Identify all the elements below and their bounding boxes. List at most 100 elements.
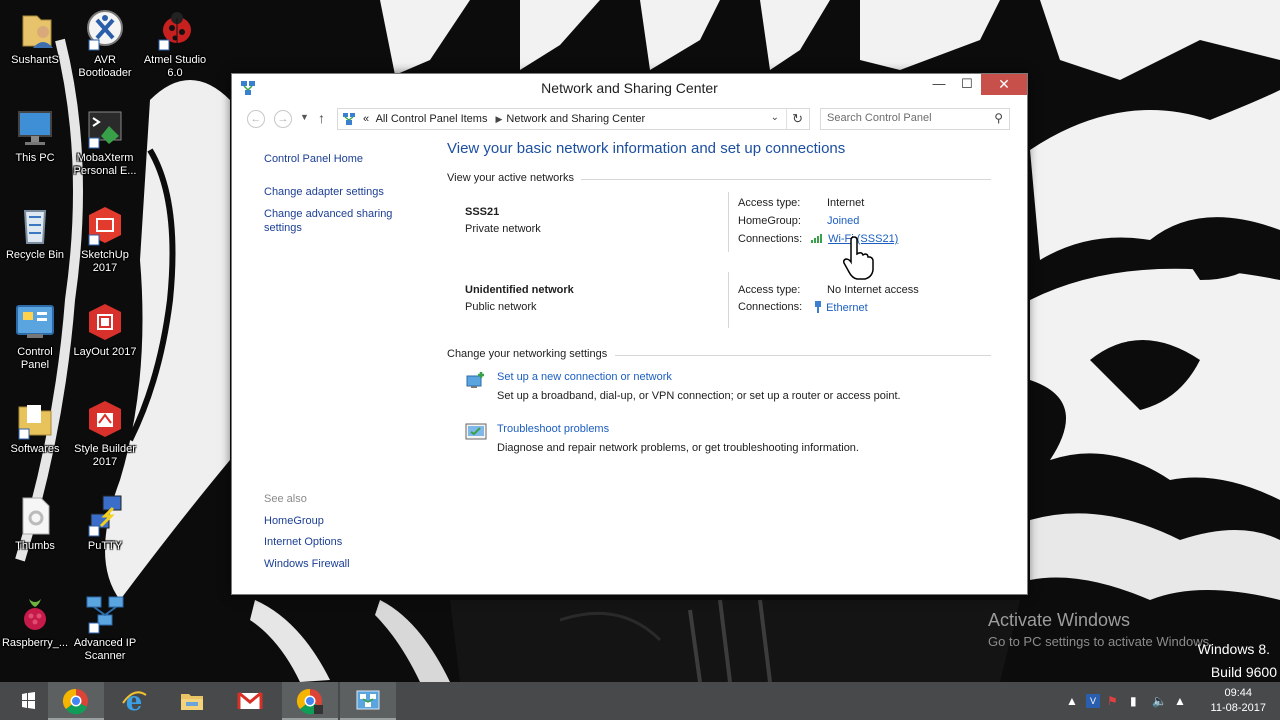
homegroup-link[interactable]: HomeGroup (264, 514, 414, 528)
control-panel-icon (13, 300, 57, 344)
desktop-icon-label: This PC (15, 152, 55, 164)
network-category: Private network (465, 223, 541, 235)
search-input[interactable] (827, 112, 982, 124)
desktop-icon-label: SushantS (11, 54, 59, 66)
taskbar: e ▲ V ⚑ ▮ 🔈 ▲ 09:44 11-08-2017 (0, 682, 1280, 720)
recent-locations-chevron-icon[interactable]: ▼ (300, 112, 309, 122)
taskbar-file-explorer[interactable] (164, 682, 220, 720)
desktop-icon-avr-bootloader[interactable]: AVR Bootloader (70, 8, 140, 80)
speaker-icon[interactable]: 🔈 (1152, 694, 1167, 708)
desktop-icon-sketchup[interactable]: SketchUp 2017 (70, 203, 140, 275)
os-version-label: Windows 8. (1197, 641, 1270, 657)
ethernet-connection-link[interactable]: Ethernet (826, 302, 868, 314)
action-center-flag-icon[interactable]: ⚑ (1107, 694, 1118, 708)
search-icon[interactable]: ⚲ (994, 111, 1003, 125)
troubleshoot-problems-link[interactable]: Troubleshoot problems (497, 423, 609, 435)
control-panel-small-icon (342, 112, 356, 126)
breadcrumb-item[interactable]: Network and Sharing Center (506, 113, 645, 125)
access-type-label: Access type: (738, 284, 801, 296)
troubleshoot-icon (465, 422, 487, 442)
desktop-icon-atmel-studio[interactable]: Atmel Studio 6.0 (140, 8, 210, 80)
ethernet-icon (813, 301, 823, 313)
desktop-icon-putty[interactable]: PuTTY (70, 494, 140, 553)
windows-firewall-link[interactable]: Windows Firewall (264, 557, 414, 571)
address-bar[interactable]: « All Control Panel Items ▶ Network and Sh… (337, 108, 810, 130)
file-explorer-icon (178, 687, 206, 715)
close-button[interactable]: ✕ (981, 74, 1027, 95)
section-divider (615, 355, 991, 356)
address-dropdown-icon[interactable]: ⌄ (771, 112, 779, 123)
refresh-icon[interactable]: ↻ (792, 111, 803, 127)
setup-new-connection-description: Set up a broadband, dial-up, or VPN conn… (497, 390, 901, 402)
breadcrumb-chevron-icon[interactable]: ▶ (495, 114, 502, 124)
desktop-icon-label: Atmel Studio 6.0 (143, 54, 207, 79)
internet-options-link[interactable]: Internet Options (264, 535, 414, 549)
desktop-icon-label: PuTTY (87, 540, 123, 552)
minimize-button[interactable]: — (925, 74, 953, 95)
title-bar[interactable]: Network and Sharing Center — ☐ ✕ (232, 74, 1027, 102)
show-hidden-icons-chevron-icon[interactable]: ▲ (1066, 694, 1078, 708)
desktop-icon-advanced-ip-scanner[interactable]: Advanced IP Scanner (70, 591, 140, 663)
left-pane: Control Panel Home Change adapter settin… (232, 134, 427, 594)
breadcrumb-item[interactable]: All Control Panel Items (376, 113, 488, 125)
active-networks-heading: View your active networks (447, 172, 574, 184)
taskbar-gmail[interactable] (222, 682, 278, 720)
homegroup-value-wrap: Joined (827, 215, 859, 227)
maximize-button[interactable]: ☐ (953, 74, 981, 95)
desktop-icon-this-pc[interactable]: This PC (0, 106, 70, 165)
setup-new-connection-link[interactable]: Set up a new connection or network (497, 371, 672, 383)
desktop-icon-control-panel[interactable]: Control Panel (0, 300, 70, 372)
change-adapter-settings-link[interactable]: Change adapter settings (264, 185, 414, 199)
network-signal-icon[interactable]: ▲ (1174, 694, 1186, 708)
access-type-value: No Internet access (827, 284, 919, 296)
windows-logo-icon (14, 687, 42, 715)
control-panel-home-link[interactable]: Control Panel Home (264, 152, 414, 166)
homegroup-joined-link[interactable]: Joined (827, 215, 859, 227)
search-box[interactable]: ⚲ (820, 108, 1010, 130)
desktop-icon-thumbs[interactable]: Thumbs (0, 494, 70, 553)
desktop-icon-layout[interactable]: LayOut 2017 (70, 300, 140, 359)
main-content: View your basic network information and … (447, 134, 1027, 594)
desktop-icon-recycle-bin[interactable]: Recycle Bin (0, 203, 70, 262)
desktop-icon-mobaxterm[interactable]: MobaXterm Personal E... (70, 106, 140, 178)
taskbar-chrome[interactable] (48, 682, 104, 720)
putty-icon (83, 494, 127, 538)
wifi-signal-icon (811, 233, 825, 243)
desktop-icon-label: Thumbs (15, 540, 55, 552)
desktop-icon-label: LayOut 2017 (73, 346, 137, 358)
breadcrumb-overflow[interactable]: « (363, 113, 369, 125)
activate-windows-subtitle: Go to PC settings to activate Windows. (988, 634, 1213, 649)
up-arrow-icon[interactable]: ↑ (318, 110, 325, 126)
desktop-icon-label: Control Panel (17, 346, 53, 371)
network-sharing-center-window[interactable]: Network and Sharing Center — ☐ ✕ ← → ▼ ↑… (231, 73, 1028, 595)
desktop-icon-style-builder[interactable]: Style Builder 2017 (70, 397, 140, 469)
desktop-icon-sushants[interactable]: SushantS (0, 8, 70, 67)
system-tray: ▲ V ⚑ ▮ 🔈 ▲ 09:44 11-08-2017 (1050, 682, 1280, 720)
computer-monitor-icon (13, 106, 57, 150)
back-arrow-icon[interactable]: ← (247, 110, 265, 128)
networking-settings-heading: Change your networking settings (447, 348, 608, 360)
battery-icon[interactable]: ▮ (1130, 694, 1137, 708)
desktop-icon-label: Advanced IP Scanner (73, 637, 137, 662)
build-number-label: Build 9600 (1210, 664, 1277, 680)
connections-label: Connections: (738, 301, 803, 313)
gmail-icon (236, 687, 264, 715)
tray-app-icon[interactable]: V (1086, 694, 1100, 708)
new-connection-icon (465, 370, 487, 390)
breadcrumb: « All Control Panel Items ▶ Network and Sh… (363, 113, 649, 125)
homegroup-label: HomeGroup: (738, 215, 801, 227)
taskbar-chrome-user[interactable] (282, 682, 338, 720)
desktop-icon-label: Recycle Bin (5, 249, 65, 261)
recycle-bin-icon (13, 203, 57, 247)
taskbar-internet-explorer[interactable]: e (106, 682, 162, 720)
desktop-icon-softwares[interactable]: Softwares (0, 397, 70, 456)
forward-arrow-icon[interactable]: → (274, 110, 292, 128)
svg-text:e: e (126, 687, 143, 715)
chrome-user-icon (296, 687, 324, 715)
desktop-icon-raspberry[interactable]: Raspberry_... (0, 591, 70, 650)
desktop-icon-label: Softwares (10, 443, 60, 455)
change-advanced-sharing-link[interactable]: Change advanced sharing settings (264, 207, 414, 235)
taskbar-clock[interactable]: 09:44 11-08-2017 (1211, 686, 1266, 716)
layout-icon (83, 300, 127, 344)
taskbar-network-center[interactable] (340, 682, 396, 720)
